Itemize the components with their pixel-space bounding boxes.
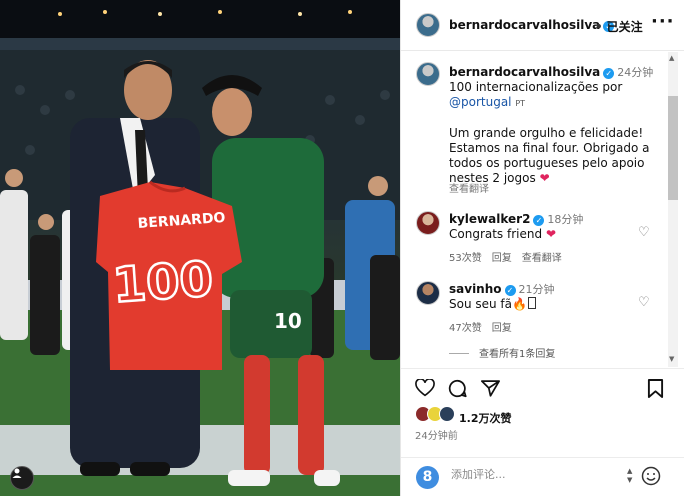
current-user-avatar: 8: [416, 466, 439, 489]
scroll-up-arrow-icon[interactable]: ▲: [669, 54, 674, 62]
jersey-number: 100: [111, 251, 215, 314]
view-all-replies[interactable]: 查看所有1条回复: [449, 345, 555, 360]
reply-divider: [449, 353, 469, 354]
view-replies-label[interactable]: 查看所有1条回复: [479, 349, 555, 360]
verified-icon: ✓: [533, 215, 545, 226]
caption-username[interactable]: bernardocarvalhosilva: [449, 65, 600, 79]
caption-line: Estamos na final four. Obrigado a: [449, 141, 650, 155]
post-photo[interactable]: 10 BERNARDO 100: [0, 0, 400, 496]
verified-icon: ✓: [504, 285, 516, 296]
comment-text-content: Congrats friend: [449, 227, 543, 241]
caption-author-avatar[interactable]: [416, 62, 440, 86]
verified-icon: ✓: [603, 68, 615, 79]
comment-text: Sou seu fã🔥: [449, 297, 536, 311]
post-header: bernardocarvalhosilva ✓ • 已关注 ···: [401, 0, 684, 51]
comment-likes[interactable]: 47次赞: [449, 323, 482, 334]
comment-like-heart-icon[interactable]: ♡: [638, 225, 650, 240]
author-username[interactable]: bernardocarvalhosilva ✓: [449, 18, 615, 32]
liker-avatar: [439, 406, 455, 422]
like-count[interactable]: 1.2万次赞: [459, 410, 512, 426]
comment-like-heart-icon[interactable]: ♡: [638, 295, 650, 310]
comment-avatar[interactable]: [416, 281, 440, 305]
comment-username[interactable]: kylewalker2: [449, 212, 530, 226]
reply-button[interactable]: 回复: [492, 253, 512, 264]
comment-username[interactable]: savinho: [449, 282, 502, 296]
comment-likes[interactable]: 53次赞: [449, 253, 482, 264]
caption-line: 100 internacionalizações por: [449, 80, 623, 94]
comment-time: 21分钟: [518, 283, 555, 296]
comment-author: kylewalker2 ✓ 18分钟: [449, 211, 583, 227]
following-label[interactable]: 已关注: [607, 20, 643, 34]
comment-bubble-icon[interactable]: [448, 379, 467, 398]
post-caption: 100 internacionalizações por @portugal P…: [449, 80, 659, 186]
tagged-user-icon[interactable]: [10, 466, 34, 490]
reply-button[interactable]: 回复: [492, 323, 512, 334]
following-button[interactable]: • 已关注: [595, 18, 643, 35]
like-heart-icon[interactable]: [415, 379, 435, 397]
author-username-text[interactable]: bernardocarvalhosilva: [449, 18, 600, 32]
comment-input[interactable]: [451, 468, 611, 481]
share-send-icon[interactable]: [481, 379, 500, 397]
more-options-icon[interactable]: ···: [651, 11, 675, 32]
scrollbar[interactable]: ▲ ▼: [668, 52, 678, 367]
comment-text: Congrats friend ❤: [449, 227, 556, 241]
scroll-down-arrow-icon[interactable]: ▼: [669, 355, 674, 363]
add-comment-bar: 8 ▲▼: [401, 457, 684, 497]
comment-author: savinho ✓ 21分钟: [449, 281, 555, 297]
fire-emoji: 🔥: [512, 297, 527, 311]
see-translation[interactable]: 查看翻译: [522, 253, 562, 264]
post-timestamp: 24分钟前: [415, 431, 458, 442]
red-heart-emoji: ❤: [545, 227, 556, 241]
stadium-lights: [0, 0, 400, 50]
player-number: 10: [274, 309, 302, 333]
caption-line: Um grande orgulho e felicidade!: [449, 126, 644, 140]
caption-time: 24分钟: [617, 66, 654, 79]
caption-see-translation[interactable]: 查看翻译: [449, 180, 489, 195]
comment-avatar[interactable]: [416, 211, 440, 235]
mention-link[interactable]: @portugal: [449, 95, 512, 109]
comment-time: 18分钟: [547, 213, 584, 226]
comment-text-content: Sou seu fã: [449, 297, 513, 311]
caption-line: todos os portugueses pelo apoio: [449, 156, 645, 170]
separator-dot: •: [595, 20, 603, 34]
jersey-100: BERNARDO 100: [96, 180, 242, 370]
input-stepper-icon[interactable]: ▲ ▼: [627, 467, 632, 485]
red-heart-emoji: ❤: [539, 171, 550, 185]
missing-glyph-icon: [527, 297, 536, 309]
save-bookmark-icon[interactable]: [647, 379, 664, 398]
comments-scroll-area[interactable]: bernardocarvalhosilva ✓ 24分钟 100 internaci…: [401, 52, 684, 367]
post-panel: bernardocarvalhosilva ✓ • 已关注 ··· bernardo…: [400, 0, 684, 496]
comment-meta: 53次赞 回复 查看翻译: [449, 249, 572, 264]
comment-meta: 47次赞 回复: [449, 319, 522, 334]
author-avatar[interactable]: [416, 13, 440, 37]
mention-tag: PT: [515, 99, 526, 108]
caption-author: bernardocarvalhosilva ✓ 24分钟: [449, 64, 653, 80]
emoji-picker-icon[interactable]: [641, 466, 661, 486]
post-actions: 1.2万次赞 24分钟前 8 ▲▼: [401, 368, 684, 496]
scrollbar-thumb[interactable]: [668, 96, 678, 200]
photo-scene: 10 BERNARDO 100: [0, 0, 400, 496]
